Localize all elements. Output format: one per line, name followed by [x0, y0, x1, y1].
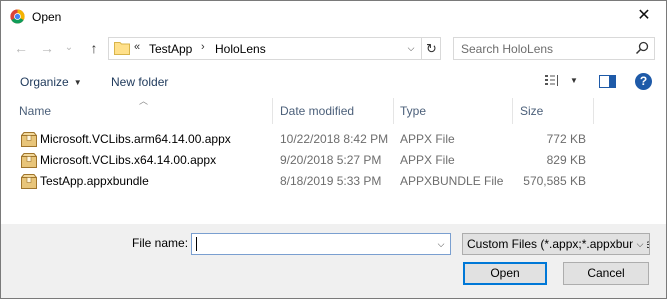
address-dropdown-icon[interactable]: ⌵ [402, 38, 420, 59]
file-name: Microsoft.VCLibs.x64.14.00.appx [40, 153, 217, 167]
search-box[interactable]: Search HoloLens [453, 37, 655, 60]
forward-button[interactable]: → [38, 39, 56, 57]
preview-pane-icon[interactable] [599, 75, 616, 88]
package-file-icon [21, 174, 37, 189]
file-type: APPXBUNDLE File [400, 174, 504, 188]
search-input[interactable]: Search HoloLens [461, 42, 553, 56]
file-type: APPX File [400, 153, 455, 167]
window-title: Open [32, 10, 62, 24]
dialog-footer: File name: ⌵ Custom Files (*.appx;*.appx… [1, 224, 666, 298]
title-bar: Open ✕ [1, 1, 666, 32]
file-name-dropdown-icon[interactable]: ⌵ [434, 234, 448, 254]
search-icon [635, 41, 649, 55]
refresh-icon[interactable]: ↻ [421, 38, 441, 59]
file-size: 570,585 KB [523, 174, 586, 188]
file-name: TestApp.appxbundle [40, 174, 149, 188]
organize-button[interactable]: Organize ▼ [20, 75, 82, 89]
breadcrumb-testapp[interactable]: TestApp [149, 42, 192, 56]
sort-ascending-icon: ︿ [139, 96, 149, 106]
address-bar[interactable]: « TestApp › HoloLens ⌵ ↻ [108, 37, 441, 60]
open-file-dialog: Open ✕ ← → ⌄ ↑ « TestApp › HoloLens ⌵ ↻ … [0, 0, 667, 299]
up-button[interactable]: ↑ [85, 39, 103, 57]
column-header-size[interactable]: Size [520, 104, 543, 118]
file-size: 772 KB [546, 132, 586, 146]
breadcrumb-overflow[interactable]: « [134, 41, 140, 53]
column-divider[interactable] [393, 98, 394, 124]
chevron-down-icon[interactable]: ⌵ [633, 234, 647, 254]
file-row[interactable]: TestApp.appxbundle 8/18/2019 5:33 PM APP… [18, 171, 595, 192]
file-date: 9/20/2018 5:27 PM [280, 153, 382, 167]
cancel-button[interactable]: Cancel [563, 262, 649, 285]
column-divider[interactable] [512, 98, 513, 124]
recent-locations-button[interactable]: ⌄ [60, 39, 78, 57]
file-date: 8/18/2019 5:33 PM [280, 174, 382, 188]
organize-label: Organize [20, 75, 69, 89]
view-dropdown-icon[interactable]: ▼ [570, 76, 578, 85]
column-divider[interactable] [593, 98, 594, 124]
file-type-filter-select[interactable]: Custom Files (*.appx;*.appxbundle) ⌵ [462, 233, 650, 255]
file-name: Microsoft.VCLibs.arm64.14.00.appx [40, 132, 231, 146]
back-button[interactable]: ← [12, 39, 30, 57]
view-options-icon[interactable] [544, 74, 562, 88]
chrome-icon [10, 9, 25, 24]
text-cursor [196, 237, 197, 251]
folder-icon [114, 42, 130, 55]
file-name-label: File name: [132, 236, 189, 250]
column-header-type[interactable]: Type [400, 104, 426, 118]
package-file-icon [21, 153, 37, 168]
new-folder-button[interactable]: New folder [111, 75, 168, 89]
package-file-icon [21, 132, 37, 147]
file-row[interactable]: Microsoft.VCLibs.x64.14.00.appx 9/20/201… [18, 150, 595, 171]
column-divider[interactable] [272, 98, 273, 124]
file-type-filter-value: Custom Files (*.appx;*.appxbundle) [467, 237, 650, 251]
chevron-down-icon: ▼ [73, 78, 82, 87]
file-size: 829 KB [546, 153, 586, 167]
breadcrumb-separator[interactable]: › [201, 41, 205, 53]
file-date: 10/22/2018 8:42 PM [280, 132, 389, 146]
open-button[interactable]: Open [463, 262, 547, 285]
column-header-date[interactable]: Date modified [280, 104, 354, 118]
file-type: APPX File [400, 132, 455, 146]
breadcrumb-hololens[interactable]: HoloLens [215, 42, 266, 56]
column-header-name[interactable]: Name [19, 104, 51, 118]
file-row[interactable]: Microsoft.VCLibs.arm64.14.00.appx 10/22/… [18, 129, 595, 150]
close-button[interactable]: ✕ [634, 6, 654, 26]
file-name-input[interactable]: ⌵ [191, 233, 451, 255]
help-icon[interactable]: ? [635, 73, 652, 90]
